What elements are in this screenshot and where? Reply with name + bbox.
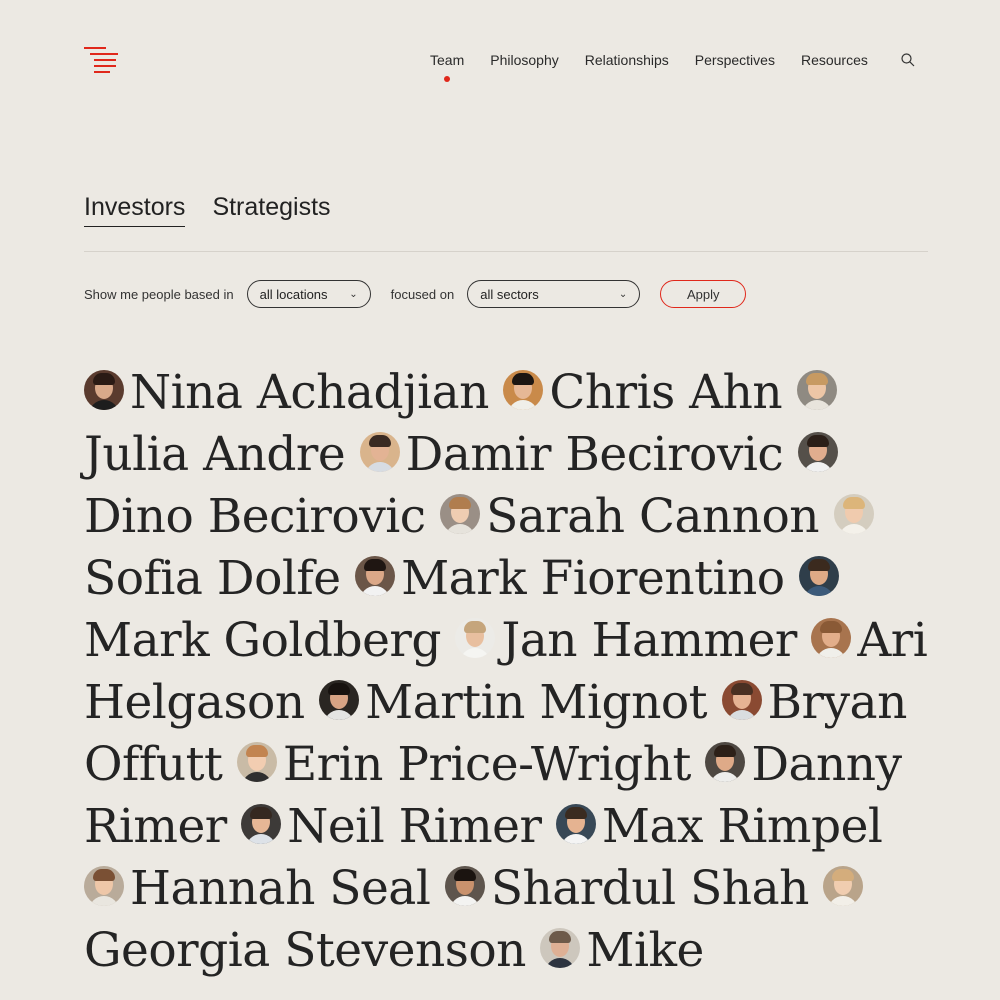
- person-link[interactable]: Sarah Cannon: [440, 489, 820, 544]
- person-link[interactable]: Erin Price-Wright: [236, 737, 692, 792]
- person-name: Shardul Shah: [490, 861, 810, 916]
- person-name: Martin Mignot: [365, 675, 708, 730]
- avatar: [236, 742, 277, 782]
- avatar: [444, 866, 485, 906]
- person-name: Mike: [586, 923, 704, 978]
- person-name: Sarah Cannon: [486, 489, 820, 544]
- avatar: [811, 618, 852, 658]
- nav-item-philosophy[interactable]: Philosophy: [490, 52, 559, 68]
- avatar: [241, 804, 282, 844]
- person-link[interactable]: Damir Becirovic: [359, 427, 784, 482]
- person-name: Chris Ahn: [549, 365, 783, 420]
- avatar: [833, 494, 874, 534]
- sector-select[interactable]: all sectors ⌄: [467, 280, 641, 308]
- apply-button[interactable]: Apply: [660, 280, 747, 308]
- location-select-value: all locations: [259, 286, 328, 302]
- person-link[interactable]: Max Rimpel: [555, 799, 883, 854]
- avatar: [555, 804, 596, 844]
- nav-item-resources[interactable]: Resources: [801, 52, 868, 68]
- person-name: Nina Achadjian: [130, 365, 489, 420]
- avatar: [796, 370, 837, 410]
- person-link[interactable]: Mike: [540, 923, 704, 978]
- person-name: Georgia Stevenson: [84, 923, 526, 978]
- filter-middle-label: focused on: [390, 286, 455, 302]
- person-name: Neil Rimer: [287, 799, 542, 854]
- main-nav: Team Philosophy Relationships Perspectiv…: [430, 52, 894, 82]
- chevron-down-icon: ⌄: [349, 288, 358, 300]
- nav-item-relationships[interactable]: Relationships: [585, 52, 669, 68]
- avatar: [440, 494, 481, 534]
- person-link[interactable]: Hannah Seal: [84, 861, 431, 916]
- person-link[interactable]: Jan Hammer: [455, 613, 797, 668]
- logo[interactable]: [84, 47, 118, 75]
- avatar: [540, 928, 581, 968]
- tab-strategists[interactable]: Strategists: [212, 193, 330, 227]
- people-list: Nina Achadjian Chris Ahn Julia Andre Dam…: [84, 362, 934, 982]
- person-name: Jan Hammer: [501, 613, 797, 668]
- avatar: [355, 556, 396, 596]
- avatar: [319, 680, 360, 720]
- person-name: Julia Andre: [84, 427, 346, 482]
- tab-investors[interactable]: Investors: [84, 193, 186, 227]
- location-select[interactable]: all locations ⌄: [246, 280, 371, 308]
- person-link[interactable]: Neil Rimer: [241, 799, 542, 854]
- avatar: [455, 618, 496, 658]
- avatar: [84, 866, 124, 906]
- nav-item-perspectives[interactable]: Perspectives: [695, 52, 775, 68]
- avatar: [705, 742, 746, 782]
- person-link[interactable]: Shardul Shah: [444, 861, 810, 916]
- person-link[interactable]: Mark Fiorentino: [355, 551, 785, 606]
- sector-select-value: all sectors: [480, 286, 539, 302]
- person-name: Erin Price-Wright: [282, 737, 692, 792]
- team-tabs: Investors Strategists: [84, 193, 358, 227]
- avatar: [503, 370, 544, 410]
- search-icon[interactable]: [901, 53, 915, 67]
- chevron-down-icon: ⌄: [618, 288, 628, 300]
- person-name: Sofia Dolfe: [84, 551, 341, 606]
- person-link[interactable]: Nina Achadjian: [84, 365, 489, 420]
- divider: [84, 251, 928, 252]
- avatar: [799, 556, 840, 596]
- person-link[interactable]: Martin Mignot: [319, 675, 708, 730]
- person-name: Hannah Seal: [130, 861, 431, 916]
- person-name: Max Rimpel: [601, 799, 883, 854]
- avatar: [721, 680, 762, 720]
- avatar: [823, 866, 864, 906]
- avatar: [84, 370, 124, 410]
- person-name: Dino Becirovic: [84, 489, 426, 544]
- person-name: Mark Fiorentino: [401, 551, 785, 606]
- person-name: Mark Goldberg: [84, 613, 441, 668]
- filter-prefix-label: Show me people based in: [84, 286, 234, 302]
- person-name: Damir Becirovic: [405, 427, 784, 482]
- avatar: [359, 432, 400, 472]
- avatar: [797, 432, 838, 472]
- person-link[interactable]: Chris Ahn: [503, 365, 783, 420]
- filter-bar: Show me people based in all locations ⌄ …: [84, 279, 747, 309]
- nav-item-team[interactable]: Team: [430, 52, 464, 82]
